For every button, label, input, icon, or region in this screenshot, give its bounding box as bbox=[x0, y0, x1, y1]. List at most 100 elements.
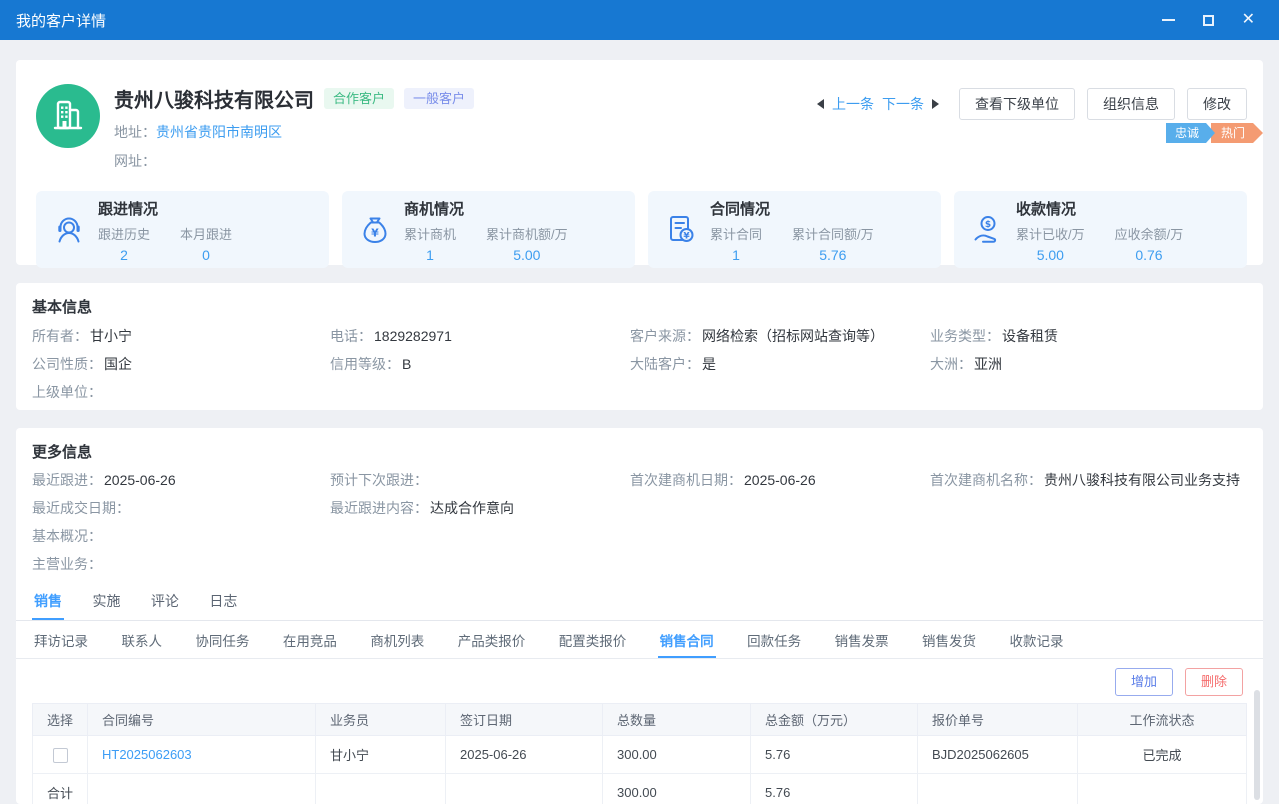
general-customer-badge: 一般客户 bbox=[404, 88, 474, 109]
field-phone: 电话：1829282971 bbox=[330, 327, 630, 346]
payment-stat-card: $ 收款情况 累计已收/万 5.00 应收余额/万 0.76 bbox=[954, 191, 1247, 268]
org-info-button[interactable]: 组织信息 bbox=[1087, 88, 1175, 120]
opportunity-stat-card: ¥ 商机情况 累计商机 1 累计商机额/万 5.00 bbox=[342, 191, 635, 268]
next-arrow-icon[interactable] bbox=[932, 99, 939, 109]
stat-value: 1 bbox=[404, 247, 456, 263]
maximize-icon[interactable] bbox=[1203, 15, 1214, 26]
contracts-table: 选择 合同编号 业务员 签订日期 总数量 总金额（万元） 报价单号 工作流状态 … bbox=[32, 703, 1247, 804]
close-icon[interactable]: ✕ bbox=[1242, 12, 1255, 28]
website-label: 网址： bbox=[114, 153, 156, 169]
tab-implementation[interactable]: 实施 bbox=[90, 581, 122, 620]
customer-detail-window: { "colors": { "titlebar": "#1778d2", "ac… bbox=[0, 0, 1279, 804]
subtab-config-quotes[interactable]: 配置类报价 bbox=[557, 621, 629, 658]
total-quantity: 300.00 bbox=[603, 774, 751, 804]
stat-label: 累计商机 bbox=[404, 224, 456, 243]
field-latest-deal-date: 最近成交日期： bbox=[32, 499, 330, 518]
col-workflow-status: 工作流状态 bbox=[1078, 704, 1247, 736]
stat-title: 合同情况 bbox=[710, 198, 874, 219]
stat-label: 累计合同 bbox=[710, 224, 762, 243]
svg-text:¥: ¥ bbox=[683, 231, 690, 241]
tab-comments[interactable]: 评论 bbox=[149, 581, 181, 620]
add-button[interactable]: 增加 bbox=[1115, 668, 1173, 696]
company-name: 贵州八骏科技有限公司 bbox=[114, 84, 314, 113]
delete-button[interactable]: 删除 bbox=[1185, 668, 1243, 696]
cell-amount: 5.76 bbox=[751, 736, 918, 774]
window-titlebar: 我的客户详情 ✕ bbox=[0, 0, 1279, 40]
hand-coin-icon: $ bbox=[969, 212, 1005, 248]
coop-customer-badge: 合作客户 bbox=[324, 88, 394, 109]
subtab-payment-tasks[interactable]: 回款任务 bbox=[745, 621, 803, 658]
col-select: 选择 bbox=[33, 704, 88, 736]
stat-title: 商机情况 bbox=[404, 198, 568, 219]
field-main-business: 主营业务： bbox=[32, 555, 330, 574]
table-toolbar: 增加 删除 bbox=[16, 659, 1263, 703]
field-business-type: 业务类型：设备租赁 bbox=[930, 327, 1247, 346]
subtab-contacts[interactable]: 联系人 bbox=[119, 621, 164, 658]
field-latest-followup-content: 最近跟进内容：达成合作意向 bbox=[330, 499, 630, 518]
col-amount: 总金额（万元） bbox=[751, 704, 918, 736]
stat-value: 2 bbox=[98, 247, 150, 263]
cell-status: 已完成 bbox=[1078, 736, 1247, 774]
prev-arrow-icon[interactable] bbox=[817, 99, 824, 109]
stat-value: 5.76 bbox=[792, 247, 874, 263]
stat-value: 0.76 bbox=[1115, 247, 1184, 263]
table-header-row: 选择 合同编号 业务员 签订日期 总数量 总金额（万元） 报价单号 工作流状态 bbox=[33, 704, 1247, 736]
field-continent: 大洲：亚洲 bbox=[930, 355, 1247, 374]
svg-text:¥: ¥ bbox=[371, 226, 379, 239]
view-sub-units-button[interactable]: 查看下级单位 bbox=[959, 88, 1075, 120]
subtab-sales-shipments[interactable]: 销售发货 bbox=[920, 621, 978, 658]
next-record-link[interactable]: 下一条 bbox=[882, 94, 924, 114]
more-info-title: 更多信息 bbox=[32, 441, 1247, 462]
subtab-opportunity-list[interactable]: 商机列表 bbox=[368, 621, 426, 658]
headset-icon bbox=[51, 212, 87, 248]
address-link[interactable]: 贵州省贵阳市南明区 bbox=[156, 124, 282, 140]
field-latest-followup: 最近跟进：2025-06-26 bbox=[32, 471, 330, 490]
field-credit-rating: 信用等级：B bbox=[330, 355, 630, 374]
subtab-competitors[interactable]: 在用竞品 bbox=[281, 621, 339, 658]
subtab-product-quotes[interactable]: 产品类报价 bbox=[456, 621, 528, 658]
window-title: 我的客户详情 bbox=[16, 10, 106, 31]
edit-button[interactable]: 修改 bbox=[1187, 88, 1247, 120]
prev-record-link[interactable]: 上一条 bbox=[832, 94, 874, 114]
sub-tabs: 拜访记录 联系人 协同任务 在用竞品 商机列表 产品类报价 配置类报价 销售合同… bbox=[16, 621, 1263, 659]
stat-cards-row: 跟进情况 跟进历史 2 本月跟进 0 ¥ bbox=[36, 191, 1247, 268]
stat-label: 累计合同额/万 bbox=[792, 224, 874, 243]
field-mainland-customer: 大陆客户：是 bbox=[630, 355, 930, 374]
followup-stat-card: 跟进情况 跟进历史 2 本月跟进 0 bbox=[36, 191, 329, 268]
field-customer-source: 客户来源：网络检索（招标网站查询等） bbox=[630, 327, 930, 346]
total-label: 合计 bbox=[33, 774, 88, 804]
stat-title: 收款情况 bbox=[1016, 198, 1183, 219]
money-bag-icon: ¥ bbox=[357, 212, 393, 248]
field-next-followup: 预计下次跟进： bbox=[330, 471, 630, 490]
contract-stat-card: ¥ 合同情况 累计合同 1 累计合同额/万 5.76 bbox=[648, 191, 941, 268]
subtab-payment-records[interactable]: 收款记录 bbox=[1007, 621, 1065, 658]
subtab-visit-records[interactable]: 拜访记录 bbox=[32, 621, 90, 658]
total-row: 合计 300.00 5.76 bbox=[33, 774, 1247, 804]
stat-label: 跟进历史 bbox=[98, 224, 150, 243]
stat-label: 累计商机额/万 bbox=[486, 224, 568, 243]
building-icon bbox=[48, 96, 88, 136]
subtab-sales-contracts[interactable]: 销售合同 bbox=[658, 621, 716, 658]
window-controls: ✕ bbox=[1162, 12, 1263, 28]
contract-no-link[interactable]: HT2025062603 bbox=[102, 747, 192, 762]
tab-sales[interactable]: 销售 bbox=[32, 581, 64, 620]
customer-ribbons: 忠诚 热门 bbox=[1166, 123, 1263, 143]
tab-logs[interactable]: 日志 bbox=[207, 581, 239, 620]
cell-quote-no: BJD2025062605 bbox=[918, 736, 1078, 774]
cell-quantity: 300.00 bbox=[603, 736, 751, 774]
company-avatar bbox=[36, 84, 100, 148]
contract-icon: ¥ bbox=[663, 212, 699, 248]
total-amount: 5.76 bbox=[751, 774, 918, 804]
vertical-scrollbar[interactable] bbox=[1254, 690, 1260, 800]
record-nav: 上一条 下一条 bbox=[817, 94, 939, 114]
minimize-icon[interactable] bbox=[1162, 19, 1175, 21]
company-header-card: 贵州八骏科技有限公司 合作客户 一般客户 地址：贵州省贵阳市南明区 网址： 上一… bbox=[16, 60, 1263, 265]
field-first-opportunity-name: 首次建商机名称：贵州八骏科技有限公司业务支持 bbox=[930, 471, 1247, 490]
field-owner: 所有者：甘小宁 bbox=[32, 327, 330, 346]
main-tabs: 销售 实施 评论 日志 bbox=[16, 581, 1263, 621]
loyal-ribbon: 忠诚 bbox=[1166, 123, 1215, 143]
field-basic-overview: 基本概况： bbox=[32, 527, 330, 546]
subtab-collab-tasks[interactable]: 协同任务 bbox=[193, 621, 251, 658]
row-checkbox[interactable] bbox=[53, 748, 68, 763]
subtab-sales-invoices[interactable]: 销售发票 bbox=[833, 621, 891, 658]
